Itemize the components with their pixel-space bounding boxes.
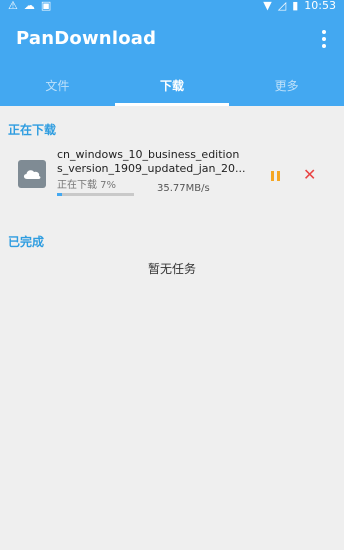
- download-speed: 35.77MB/s: [157, 183, 210, 194]
- wifi-icon: ▼: [263, 0, 272, 12]
- status-bar: ⚠ ☁ ▣ ▼ ◿ ▮ 10:53: [0, 0, 344, 12]
- status-time: 10:53: [304, 0, 336, 12]
- signal-icon: ◿: [277, 0, 287, 12]
- tab-downloads[interactable]: 下载: [114, 70, 230, 106]
- cloud-file-icon: [18, 160, 46, 188]
- tab-files[interactable]: 文件: [0, 70, 115, 106]
- download-status: 正在下载 7%: [57, 180, 117, 191]
- warning-icon: ⚠: [8, 0, 18, 12]
- app-bar: PanDownload: [0, 12, 344, 70]
- download-filename: cn_windows_10_business_edition s_version…: [57, 148, 246, 175]
- pause-bar-icon: [270, 171, 274, 181]
- pause-bar-icon: [276, 171, 280, 181]
- section-completed-label: 已完成: [8, 235, 45, 249]
- download-item[interactable]: cn_windows_10_business_edition s_version…: [0, 148, 344, 208]
- tab-bar: 文件 下载 更多: [0, 70, 344, 106]
- tab-more[interactable]: 更多: [229, 70, 344, 106]
- dot-icon: [322, 44, 326, 48]
- more-options-button[interactable]: [316, 26, 332, 52]
- dot-icon: [322, 30, 326, 34]
- progress-fill: [57, 193, 63, 196]
- cancel-download-button[interactable]: ✕: [303, 165, 316, 184]
- download-progress-bar: [57, 193, 134, 196]
- cloud-icon: ☁: [23, 0, 35, 12]
- section-downloading-label: 正在下载: [8, 123, 57, 137]
- dot-icon: [322, 37, 326, 41]
- app-title: PanDownload: [16, 28, 157, 49]
- battery-icon: ▮: [292, 0, 299, 12]
- pause-button[interactable]: [269, 169, 281, 183]
- empty-state-text: 暂无任务: [147, 262, 196, 276]
- image-icon: ▣: [40, 0, 52, 12]
